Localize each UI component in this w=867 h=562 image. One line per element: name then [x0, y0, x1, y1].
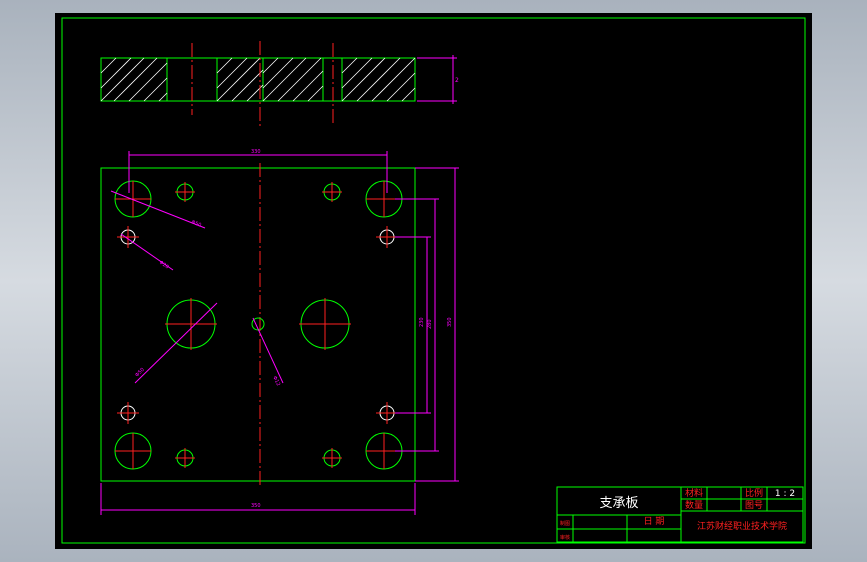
top-width-label: 330 [251, 149, 261, 155]
school-name: 江苏财经职业技术学院 [697, 520, 787, 532]
drawing-canvas: 2 Φ50 Φ20 Φ50 Φ12 330 350 350 280 230 支承… [61, 17, 806, 544]
plate-outline [100, 167, 416, 482]
dia-large-label: Φ50 [190, 219, 202, 228]
cad-viewport[interactable]: 2 Φ50 Φ20 Φ50 Φ12 330 350 350 280 230 支承… [55, 13, 812, 549]
quantity-label: 数量 [685, 499, 703, 511]
right-inner-2-label: 230 [419, 317, 425, 327]
scale-label: 比例 [745, 487, 763, 499]
dia-left-label: Φ50 [134, 367, 146, 378]
section-view: 2 [100, 41, 459, 128]
drawing-no-label: 图号 [745, 500, 763, 511]
dia-small-label: Φ20 [158, 260, 170, 271]
bottom-width-label: 350 [251, 503, 261, 509]
material-label: 材料 [685, 487, 703, 499]
drawing-border [61, 17, 806, 544]
right-outer-label: 350 [447, 317, 453, 327]
section-hatch-2 [216, 57, 264, 102]
scale-value: 1 : 2 [775, 489, 795, 499]
title-block: 支承板 材料 数量 比例 图号 1 : 2 制图 审核 日 期 江苏财经职业技术… [556, 486, 804, 543]
section-hatch-4 [341, 57, 416, 102]
checked-label: 审核 [560, 534, 570, 541]
section-hatch-1 [100, 57, 168, 102]
drawn-label: 制图 [560, 520, 570, 527]
date-label: 日 期 [644, 516, 665, 527]
section-outline [100, 57, 416, 102]
dia-center-label: Φ12 [271, 375, 281, 387]
thickness-dim-label: 2 [455, 77, 459, 84]
right-inner-1-label: 280 [427, 319, 433, 329]
section-hatch-3 [262, 57, 324, 102]
part-name: 支承板 [599, 496, 638, 511]
plan-view: Φ50 Φ20 Φ50 Φ12 330 350 350 280 230 [100, 149, 459, 515]
